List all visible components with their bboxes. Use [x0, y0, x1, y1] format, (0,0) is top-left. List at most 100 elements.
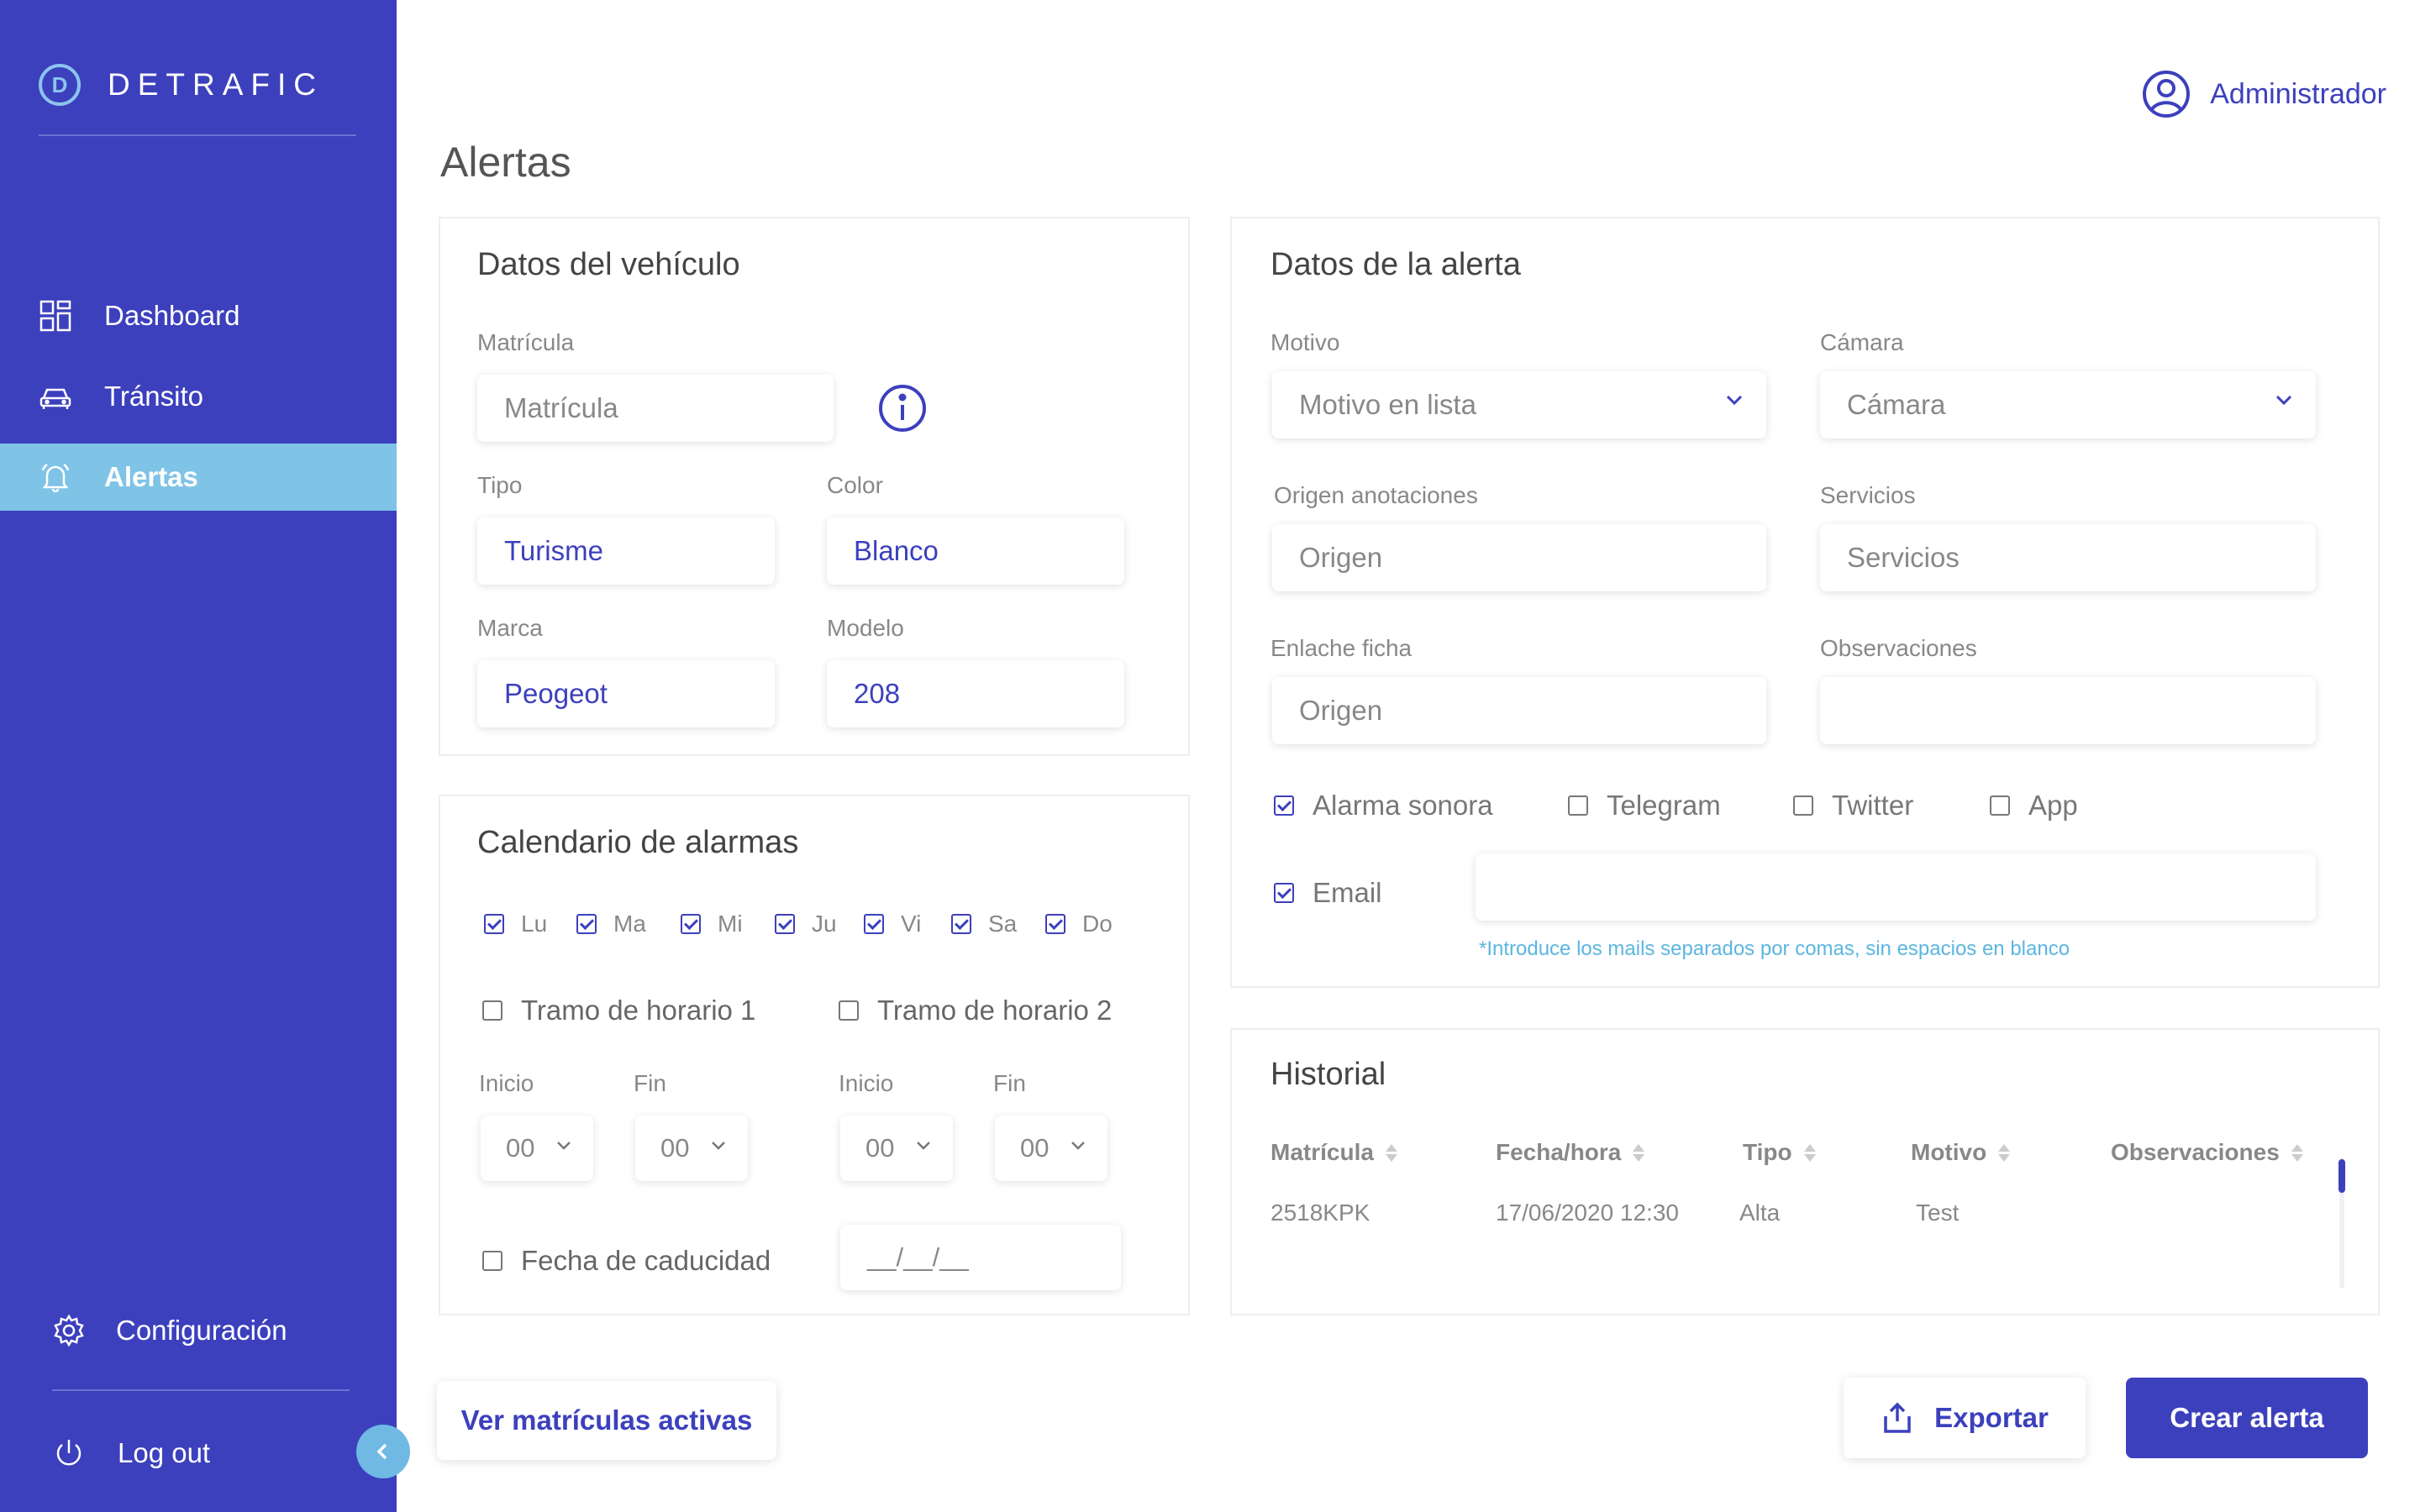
- card-title: Calendario de alarmas: [477, 825, 799, 860]
- column-header-matricula[interactable]: Matrícula: [1270, 1139, 1397, 1166]
- checkbox-icon: [864, 914, 884, 934]
- brand: D DETRAFIC: [39, 64, 324, 106]
- brand-logo-icon: D: [39, 64, 81, 106]
- export-button[interactable]: Exportar: [1844, 1378, 2086, 1458]
- day-checkbox-mi[interactable]: Mi: [681, 911, 743, 937]
- cell-type: Alta: [1739, 1200, 1781, 1226]
- day-checkbox-sa[interactable]: Sa: [951, 911, 1017, 937]
- checkbox-icon: [1568, 795, 1588, 816]
- plate-input[interactable]: Matrícula: [477, 375, 834, 442]
- sidebar-item-configuracion[interactable]: Configuración: [0, 1297, 397, 1364]
- chevron-left-icon: [376, 1443, 387, 1460]
- checkbox-icon: [482, 1000, 502, 1021]
- color-input[interactable]: Blanco: [827, 517, 1124, 585]
- user-avatar-icon: [2143, 71, 2191, 118]
- logout-button[interactable]: Log out: [0, 1420, 397, 1487]
- origen-input[interactable]: Origen: [1272, 524, 1766, 591]
- user-menu[interactable]: Administrador: [2141, 69, 2386, 119]
- checkbox-icon: [484, 914, 504, 934]
- bell-icon: [41, 463, 70, 493]
- gear-icon: [54, 1314, 84, 1347]
- sidebar: D DETRAFIC Dashboard Tránsito Alertas Co…: [0, 0, 397, 1512]
- sidebar-item-label: Alertas: [104, 461, 198, 492]
- day-checkbox-lu[interactable]: Lu: [484, 911, 547, 937]
- card-title: Datos del vehículo: [477, 247, 740, 282]
- checkbox-icon: [775, 914, 795, 934]
- app-checkbox[interactable]: App: [1990, 790, 2078, 822]
- day-checkbox-do[interactable]: Do: [1045, 911, 1113, 937]
- day-label: Ma: [613, 911, 646, 937]
- chevron-down-icon: [557, 1142, 571, 1150]
- select-value: Motivo en lista: [1299, 389, 1476, 420]
- checkbox-icon: [482, 1251, 502, 1271]
- day-checkbox-ju[interactable]: Ju: [775, 911, 837, 937]
- slot2-checkbox[interactable]: Tramo de horario 2: [839, 995, 1112, 1026]
- email-label: Email: [1313, 877, 1382, 908]
- user-name: Administrador: [2210, 77, 2386, 110]
- column-header-fecha[interactable]: Fecha/hora: [1496, 1139, 1645, 1166]
- model-input[interactable]: 208: [827, 660, 1124, 727]
- origen-label: Origen anotaciones: [1274, 482, 1478, 508]
- card-title: Historial: [1270, 1057, 1386, 1092]
- chevron-down-icon: [1726, 395, 1743, 406]
- sort-icon: [1633, 1143, 1645, 1162]
- scrollbar-thumb[interactable]: [2338, 1159, 2345, 1193]
- day-label: Lu: [521, 911, 548, 937]
- type-input[interactable]: Turisme: [477, 517, 775, 585]
- upload-icon: [1884, 1402, 1911, 1433]
- slot1-end-label: Fin: [634, 1070, 666, 1096]
- dashboard-icon: [39, 300, 71, 332]
- column-header-motivo[interactable]: Motivo: [1911, 1139, 2011, 1166]
- sidebar-item-alertas[interactable]: Alertas: [0, 444, 397, 511]
- slot2-end-select[interactable]: 00: [995, 1116, 1107, 1181]
- cell-plate: 2518KPK: [1270, 1200, 1370, 1226]
- slot2-end-label: Fin: [993, 1070, 1026, 1096]
- day-checkbox-vi[interactable]: Vi: [864, 911, 921, 937]
- sidebar-item-transito[interactable]: Tránsito: [0, 363, 397, 430]
- power-icon: [56, 1440, 82, 1466]
- divider: [39, 134, 356, 136]
- column-header-observaciones[interactable]: Observaciones: [2111, 1139, 2303, 1166]
- twitter-checkbox[interactable]: Twitter: [1793, 790, 1913, 822]
- info-icon[interactable]: [877, 383, 928, 433]
- day-label: Do: [1082, 911, 1113, 937]
- active-plates-button[interactable]: Ver matrículas activas: [437, 1381, 776, 1460]
- alarma-sonora-checkbox[interactable]: Alarma sonora: [1274, 790, 1493, 822]
- collapse-sidebar-button[interactable]: [356, 1425, 410, 1478]
- slot2-start-select[interactable]: 00: [840, 1116, 953, 1181]
- brand-input[interactable]: Peogeot: [477, 660, 775, 727]
- column-label: Motivo: [1911, 1139, 1987, 1165]
- checkbox-icon: [1793, 795, 1813, 816]
- create-alert-button[interactable]: Crear alerta: [2126, 1378, 2368, 1458]
- column-header-tipo[interactable]: Tipo: [1743, 1139, 1816, 1166]
- checkbox-icon: [951, 914, 971, 934]
- button-label: Crear alerta: [2170, 1402, 2324, 1433]
- telegram-label: Telegram: [1607, 790, 1721, 821]
- telegram-checkbox[interactable]: Telegram: [1568, 790, 1721, 822]
- expiry-date-input[interactable]: __/__/__: [840, 1225, 1121, 1290]
- slot1-start-select[interactable]: 00: [481, 1116, 593, 1181]
- email-checkbox[interactable]: Email: [1274, 877, 1382, 909]
- observaciones-input[interactable]: [1820, 677, 2316, 744]
- day-checkbox-ma[interactable]: Ma: [576, 911, 646, 937]
- servicios-input[interactable]: Servicios: [1820, 524, 2316, 591]
- motivo-label: Motivo: [1270, 329, 1340, 355]
- day-label: Sa: [988, 911, 1018, 937]
- expiry-checkbox[interactable]: Fecha de caducidad: [482, 1245, 771, 1277]
- sidebar-item-dashboard[interactable]: Dashboard: [0, 282, 397, 349]
- camara-select[interactable]: Cámara: [1820, 371, 2316, 438]
- slot1-end-select[interactable]: 00: [635, 1116, 748, 1181]
- divider: [52, 1389, 350, 1391]
- enlace-input[interactable]: Origen: [1272, 677, 1766, 744]
- column-label: Matrícula: [1270, 1139, 1374, 1165]
- slot2-label: Tramo de horario 2: [877, 995, 1113, 1026]
- slot1-checkbox[interactable]: Tramo de horario 1: [482, 995, 755, 1026]
- column-label: Fecha/hora: [1496, 1139, 1622, 1165]
- sidebar-item-label: Configuración: [116, 1315, 287, 1346]
- calendar-card: Calendario de alarmas Lu Ma Mi Ju Vi Sa …: [439, 795, 1190, 1315]
- select-value: 00: [865, 1133, 895, 1163]
- email-input[interactable]: [1476, 853, 2316, 921]
- motivo-select[interactable]: Motivo en lista: [1272, 371, 1766, 438]
- model-label: Modelo: [827, 615, 904, 641]
- brand-label: Marca: [477, 615, 543, 641]
